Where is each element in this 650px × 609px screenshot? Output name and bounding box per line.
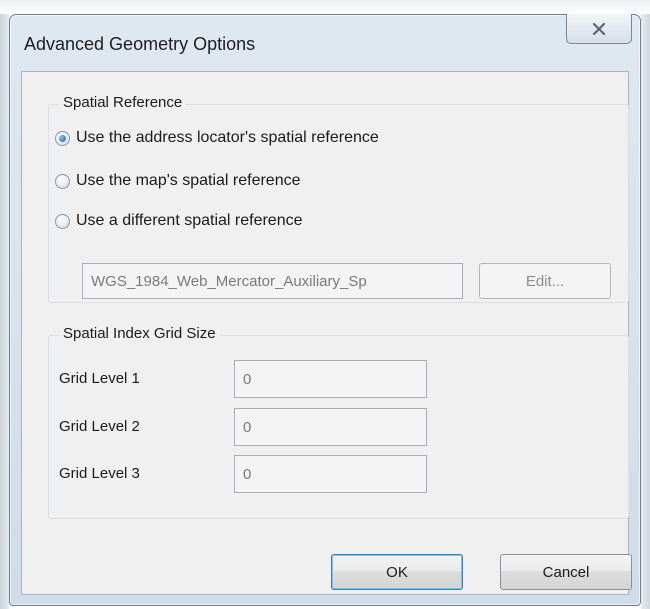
radio-different-reference[interactable]: Use a different spatial reference <box>55 212 303 230</box>
dialog-client-area: Spatial Reference Use the address locato… <box>21 71 632 595</box>
close-button[interactable] <box>566 14 632 44</box>
radio-button-selected[interactable] <box>55 130 70 146</box>
grid-level-3-input[interactable]: 0 <box>234 455 427 493</box>
background-window-right <box>641 14 650 609</box>
grid-level-1-input[interactable]: 0 <box>234 360 427 398</box>
radio-label: Use the address locator's spatial refere… <box>76 129 379 146</box>
background-window-left <box>0 14 9 609</box>
grid-level-1-label: Grid Level 1 <box>59 370 140 387</box>
close-x-icon <box>592 22 606 35</box>
spatial-reference-field[interactable]: WGS_1984_Web_Mercator_Auxiliary_Sp <box>82 263 463 299</box>
spatial-reference-group: Spatial Reference Use the address locato… <box>48 94 629 303</box>
radio-label: Use a different spatial reference <box>76 212 303 229</box>
spatial-reference-legend: Spatial Reference <box>59 94 187 111</box>
grid-size-group: Spatial Index Grid Size Grid Level 1 0 G… <box>48 325 629 519</box>
radio-button[interactable] <box>55 173 70 189</box>
radio-button[interactable] <box>55 213 70 229</box>
grid-size-legend: Spatial Index Grid Size <box>59 325 220 342</box>
edit-button[interactable]: Edit... <box>479 263 611 299</box>
ok-button[interactable]: OK <box>331 554 463 590</box>
dialog-title: Advanced Geometry Options <box>24 34 256 54</box>
grid-level-2-input[interactable]: 0 <box>234 408 427 446</box>
radio-label: Use the map's spatial reference <box>76 172 301 189</box>
background-window-top <box>0 0 650 14</box>
grid-level-3-label: Grid Level 3 <box>59 465 140 482</box>
radio-address-locator-reference[interactable]: Use the address locator's spatial refere… <box>55 129 379 147</box>
grid-level-2-label: Grid Level 2 <box>59 418 140 435</box>
advanced-geometry-options-dialog: Advanced Geometry Options Spatial Refere… <box>9 14 641 606</box>
cancel-button[interactable]: Cancel <box>500 554 632 590</box>
radio-map-reference[interactable]: Use the map's spatial reference <box>55 172 301 190</box>
radio-dot-icon <box>59 134 66 142</box>
